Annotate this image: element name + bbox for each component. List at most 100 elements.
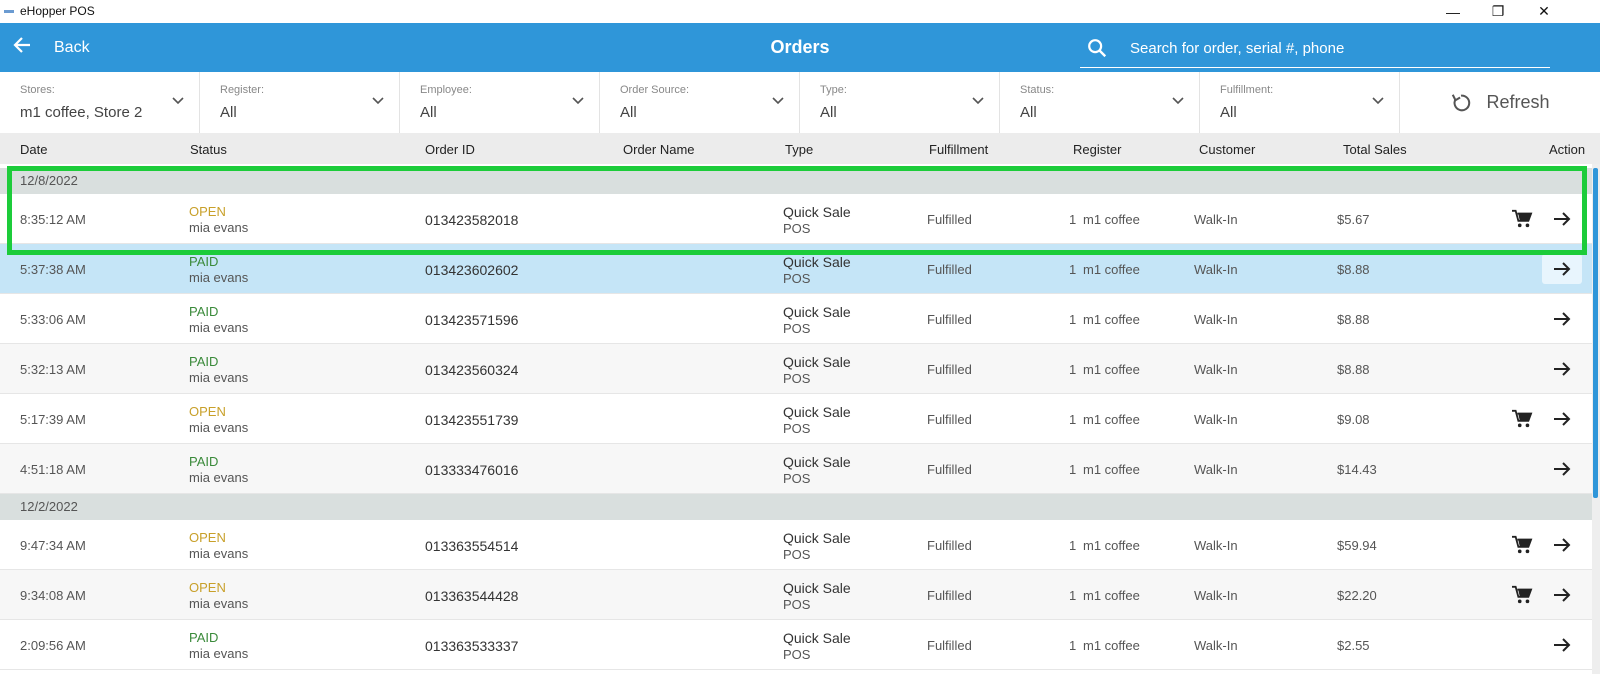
filter-bar: Stores: m1 coffee, Store 2 Register: All…	[0, 72, 1600, 133]
register-number: 1	[1069, 412, 1077, 427]
order-fulfillment: Fulfilled	[927, 462, 972, 477]
order-fulfillment: Fulfilled	[927, 638, 972, 653]
order-employee: mia evans	[189, 546, 249, 561]
open-order-button[interactable]	[1542, 580, 1582, 610]
minimize-button[interactable]: —	[1430, 0, 1476, 23]
close-button[interactable]: ✕	[1521, 0, 1567, 23]
order-customer: Walk-In	[1194, 412, 1238, 427]
order-fulfillment: Fulfilled	[927, 412, 972, 427]
table-row[interactable]: 4:51:18 AM PAID mia evans 013333476016 Q…	[0, 444, 1592, 494]
col-order-id[interactable]: Order ID	[425, 142, 475, 157]
order-source: POS	[783, 471, 811, 486]
order-id: 013363533337	[425, 638, 519, 654]
order-status: OPEN	[189, 530, 226, 545]
table-row[interactable]: 5:17:39 AM OPEN mia evans 013423551739 Q…	[0, 394, 1592, 444]
back-button[interactable]: Back	[12, 23, 90, 72]
app-header: Back Orders	[0, 23, 1600, 72]
maximize-button[interactable]: ❐	[1475, 0, 1521, 23]
filter-type[interactable]: Type: All	[800, 72, 1000, 133]
col-customer[interactable]: Customer	[1199, 142, 1255, 157]
col-register[interactable]: Register	[1073, 142, 1121, 157]
order-total: $9.08	[1337, 412, 1370, 427]
cart-icon[interactable]	[1511, 209, 1533, 229]
chevron-down-icon	[772, 97, 784, 105]
order-register: m1 coffee	[1083, 588, 1140, 603]
filter-label: Order Source:	[620, 84, 690, 96]
search-box[interactable]	[1080, 29, 1550, 68]
register-number: 1	[1069, 462, 1077, 477]
order-total: $8.88	[1337, 262, 1370, 277]
open-order-button[interactable]	[1542, 304, 1582, 334]
table-scrollbar[interactable]	[1592, 164, 1600, 674]
open-order-button[interactable]	[1542, 530, 1582, 560]
group-date: 12/8/2022	[20, 173, 78, 188]
table-row[interactable]: 8:35:12 AM OPEN mia evans 013423582018 Q…	[0, 194, 1592, 244]
open-order-button[interactable]	[1542, 404, 1582, 434]
order-customer: Walk-In	[1194, 262, 1238, 277]
table-row[interactable]: 5:33:06 AM PAID mia evans 013423571596 Q…	[0, 294, 1592, 344]
order-employee: mia evans	[189, 320, 249, 335]
order-type: Quick Sale	[783, 530, 851, 546]
refresh-icon	[1452, 93, 1471, 111]
arrow-right-icon	[1554, 312, 1571, 326]
table-row[interactable]: 5:32:13 AM PAID mia evans 013423560324 Q…	[0, 344, 1592, 394]
register-number: 1	[1069, 212, 1077, 227]
filter-value: All	[420, 104, 437, 121]
cart-icon[interactable]	[1511, 585, 1533, 605]
filter-order-source[interactable]: Order Source: All	[600, 72, 800, 133]
col-type[interactable]: Type	[785, 142, 813, 157]
col-total-sales[interactable]: Total Sales	[1343, 142, 1407, 157]
filter-register[interactable]: Register: All	[200, 72, 400, 133]
order-source: POS	[783, 271, 811, 286]
order-customer: Walk-In	[1194, 212, 1238, 227]
order-fulfillment: Fulfilled	[927, 212, 972, 227]
order-id: 013423602602	[425, 262, 519, 278]
register-number: 1	[1069, 638, 1077, 653]
filter-status[interactable]: Status: All	[1000, 72, 1200, 133]
filter-value: All	[1020, 104, 1037, 121]
order-status: PAID	[189, 254, 219, 269]
order-type: Quick Sale	[783, 204, 851, 220]
filter-fulfillment[interactable]: Fulfillment: All	[1200, 72, 1400, 133]
order-type: Quick Sale	[783, 454, 851, 470]
col-order-name[interactable]: Order Name	[623, 142, 695, 157]
col-date[interactable]: Date	[20, 142, 47, 157]
order-id: 013423560324	[425, 362, 519, 378]
order-source: POS	[783, 421, 811, 436]
table-row[interactable]: 2:09:56 AM PAID mia evans 013363533337 Q…	[0, 620, 1592, 670]
scrollbar-thumb[interactable]	[1593, 168, 1598, 498]
order-source: POS	[783, 547, 811, 562]
open-order-button[interactable]	[1542, 630, 1582, 660]
table-row[interactable]: 9:47:34 AM OPEN mia evans 013363554514 Q…	[0, 520, 1592, 570]
arrow-right-icon	[1554, 212, 1571, 226]
col-status[interactable]: Status	[190, 142, 227, 157]
order-status: OPEN	[189, 580, 226, 595]
order-customer: Walk-In	[1194, 638, 1238, 653]
group-date: 12/2/2022	[20, 499, 78, 514]
filter-employee[interactable]: Employee: All	[400, 72, 600, 133]
register-number: 1	[1069, 262, 1077, 277]
open-order-button[interactable]	[1542, 204, 1582, 234]
refresh-button[interactable]: Refresh	[1400, 72, 1600, 133]
order-id: 013333476016	[425, 462, 519, 478]
register-number: 1	[1069, 588, 1077, 603]
table-row[interactable]: 9:34:08 AM OPEN mia evans 013363544428 Q…	[0, 570, 1592, 620]
open-order-button[interactable]	[1542, 354, 1582, 384]
order-status: PAID	[189, 630, 219, 645]
order-employee: mia evans	[189, 370, 249, 385]
open-order-button[interactable]	[1542, 254, 1582, 284]
col-fulfillment[interactable]: Fulfillment	[929, 142, 988, 157]
table-row[interactable]: 5:37:38 AM PAID mia evans 013423602602 Q…	[0, 244, 1592, 294]
open-order-button[interactable]	[1542, 454, 1582, 484]
order-id: 013423582018	[425, 212, 519, 228]
back-label: Back	[54, 38, 90, 56]
filter-label: Employee:	[420, 84, 472, 96]
order-customer: Walk-In	[1194, 462, 1238, 477]
order-total: $59.94	[1337, 538, 1377, 553]
filter-stores[interactable]: Stores: m1 coffee, Store 2	[0, 72, 200, 133]
order-time: 4:51:18 AM	[20, 462, 86, 477]
search-input[interactable]	[1128, 35, 1532, 61]
cart-icon[interactable]	[1511, 535, 1533, 555]
order-employee: mia evans	[189, 596, 249, 611]
cart-icon[interactable]	[1511, 409, 1533, 429]
